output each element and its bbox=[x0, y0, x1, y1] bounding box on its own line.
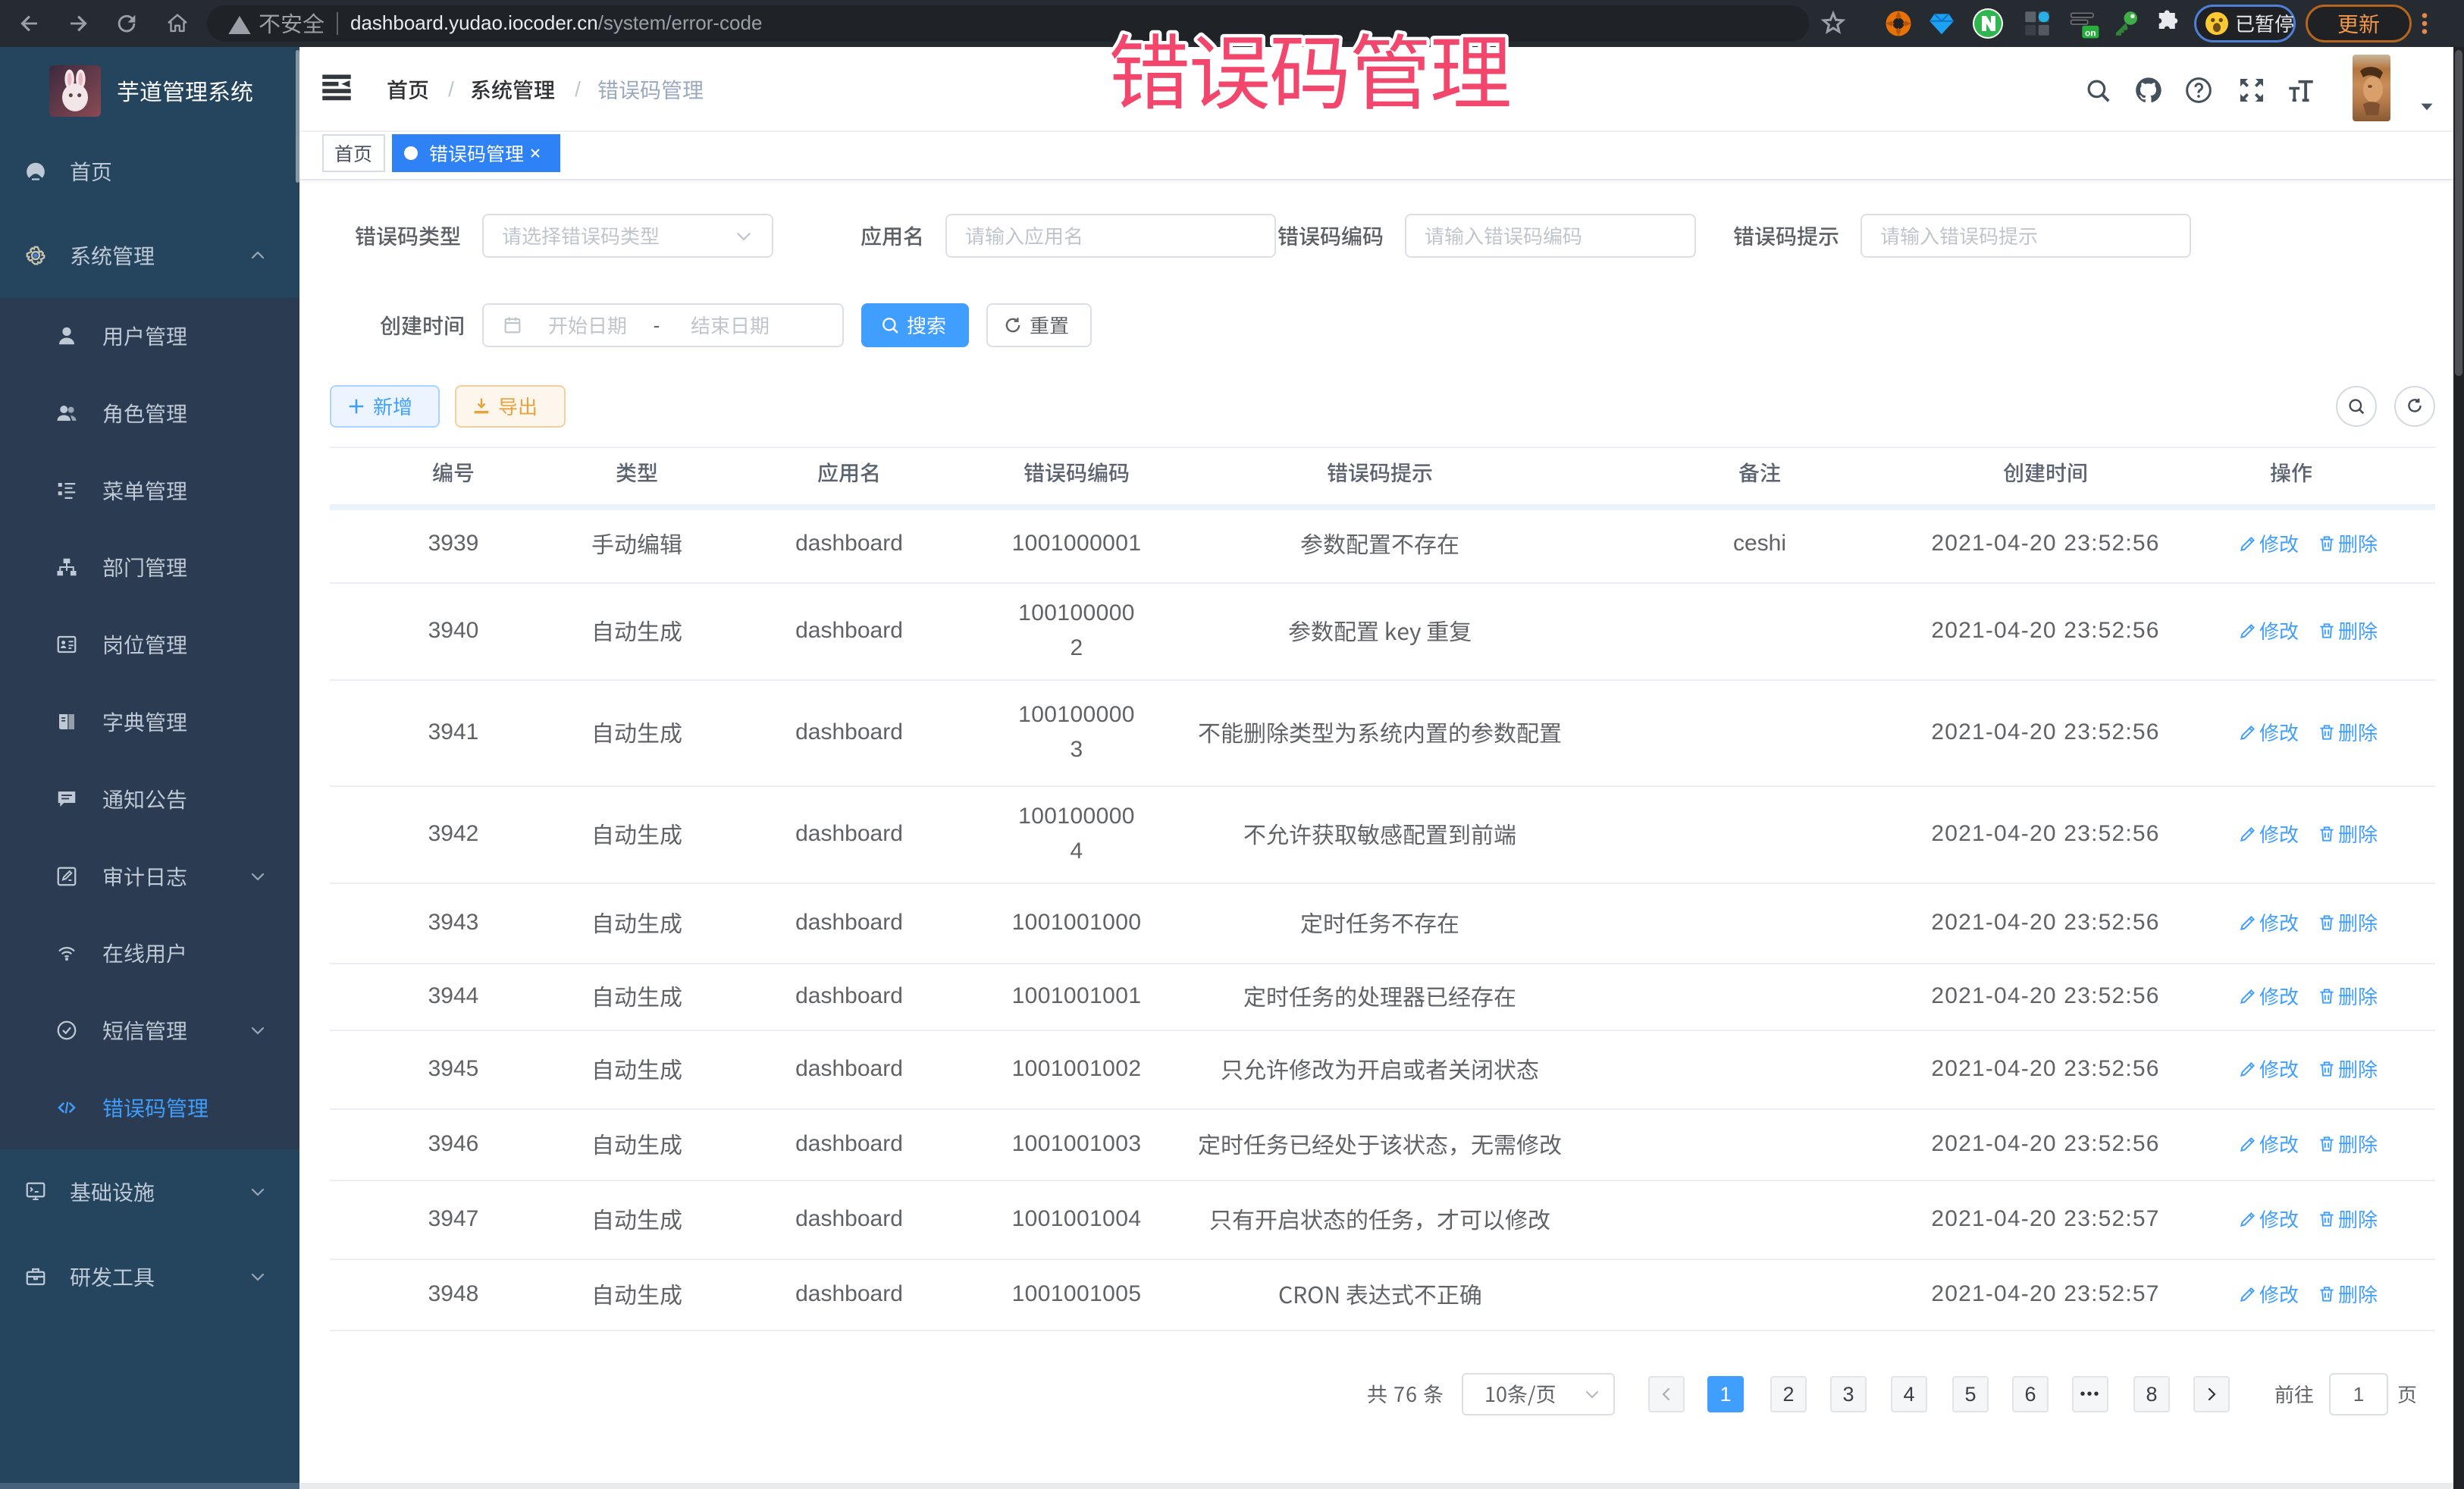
svg-text:on: on bbox=[2085, 28, 2096, 39]
